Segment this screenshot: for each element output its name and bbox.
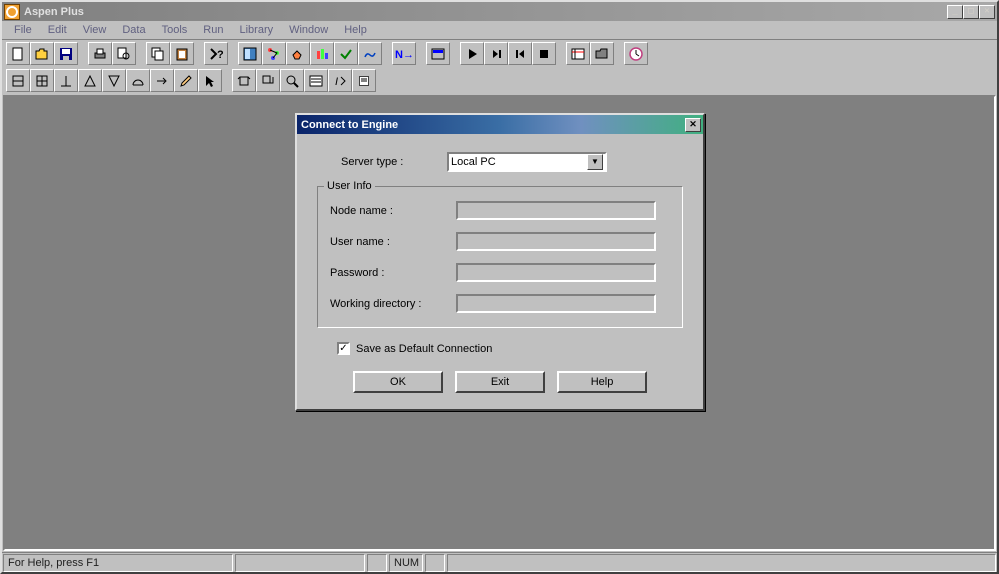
- semicircle-icon[interactable]: [126, 69, 150, 92]
- working-dir-label: Working directory :: [330, 298, 456, 310]
- flowsheet-icon[interactable]: [6, 69, 30, 92]
- save-default-label: Save as Default Connection: [356, 343, 492, 355]
- results-icon[interactable]: [310, 42, 334, 65]
- step-icon[interactable]: [484, 42, 508, 65]
- perpendicular-icon[interactable]: [54, 69, 78, 92]
- working-dir-input[interactable]: [456, 294, 656, 313]
- user-info-fieldset: User Info Node name : User name : Passwo…: [317, 186, 683, 328]
- pointer-icon[interactable]: [198, 69, 222, 92]
- node-name-input[interactable]: [456, 201, 656, 220]
- stop-icon[interactable]: [532, 42, 556, 65]
- workspace: Connect to Engine ✕ Server type : Local …: [3, 95, 996, 551]
- save-icon[interactable]: [54, 42, 78, 65]
- check-icon[interactable]: [334, 42, 358, 65]
- toolbar-1: ? N→: [2, 40, 997, 67]
- triangle-up-icon[interactable]: [78, 69, 102, 92]
- context-help-icon[interactable]: ?: [204, 42, 228, 65]
- help-button[interactable]: Help: [557, 371, 647, 393]
- exit-button[interactable]: Exit: [455, 371, 545, 393]
- statusbar: For Help, press F1 NUM: [2, 552, 997, 572]
- dialog-title: Connect to Engine: [299, 119, 685, 131]
- menu-library[interactable]: Library: [231, 22, 281, 38]
- menu-data[interactable]: Data: [114, 22, 153, 38]
- triangle-down-icon[interactable]: [102, 69, 126, 92]
- dialog-titlebar: Connect to Engine ✕: [297, 115, 703, 134]
- next-icon[interactable]: N→: [392, 42, 416, 65]
- chevron-down-icon[interactable]: ▼: [587, 154, 603, 170]
- status-cell-5: [425, 554, 445, 572]
- user-name-input[interactable]: [456, 232, 656, 251]
- password-input[interactable]: [456, 263, 656, 282]
- server-type-value: Local PC: [451, 156, 587, 168]
- print-icon[interactable]: [88, 42, 112, 65]
- password-label: Password :: [330, 267, 456, 279]
- dialog-close-button[interactable]: ✕: [685, 118, 701, 132]
- new-icon[interactable]: [6, 42, 30, 65]
- tools-icon[interactable]: [286, 42, 310, 65]
- menu-file[interactable]: File: [6, 22, 40, 38]
- open-icon[interactable]: [30, 42, 54, 65]
- server-type-label: Server type :: [317, 156, 447, 168]
- user-info-legend: User Info: [324, 180, 375, 192]
- format-icon[interactable]: I: [328, 69, 352, 92]
- titlebar: Aspen Plus _ □ ✕: [2, 2, 997, 21]
- link-icon[interactable]: [358, 42, 382, 65]
- menu-run[interactable]: Run: [195, 22, 231, 38]
- clock-icon[interactable]: [624, 42, 648, 65]
- arrow-right-icon[interactable]: [150, 69, 174, 92]
- status-help-text: For Help, press F1: [3, 554, 233, 572]
- app-title: Aspen Plus: [24, 6, 947, 18]
- control-panel-icon[interactable]: [426, 42, 450, 65]
- paste-icon[interactable]: [170, 42, 194, 65]
- maximize-button[interactable]: □: [963, 5, 979, 19]
- copy-icon[interactable]: [146, 42, 170, 65]
- menu-edit[interactable]: Edit: [40, 22, 75, 38]
- zoom-icon[interactable]: [280, 69, 304, 92]
- save-default-checkbox[interactable]: ✓: [337, 342, 350, 355]
- text-icon[interactable]: [352, 69, 376, 92]
- minimize-button[interactable]: _: [947, 5, 963, 19]
- menubar: File Edit View Data Tools Run Library Wi…: [2, 21, 997, 40]
- settings-icon[interactable]: [566, 42, 590, 65]
- svg-text:I: I: [335, 76, 338, 88]
- list-icon[interactable]: [304, 69, 328, 92]
- server-type-select[interactable]: Local PC ▼: [447, 152, 607, 172]
- status-cell-2: [235, 554, 365, 572]
- data-browser-icon[interactable]: [238, 42, 262, 65]
- main-window: Aspen Plus _ □ ✕ File Edit View Data Too…: [0, 0, 999, 574]
- menu-view[interactable]: View: [75, 22, 115, 38]
- svg-text:?: ?: [217, 49, 223, 61]
- toolbar-2: I: [2, 67, 997, 94]
- status-num: NUM: [389, 554, 423, 572]
- toolbar-area: ? N→: [2, 40, 997, 94]
- node-name-label: Node name :: [330, 205, 456, 217]
- ok-button[interactable]: OK: [353, 371, 443, 393]
- menu-window[interactable]: Window: [281, 22, 336, 38]
- menu-tools[interactable]: Tools: [154, 22, 196, 38]
- menu-help[interactable]: Help: [336, 22, 375, 38]
- resize-icon[interactable]: [256, 69, 280, 92]
- status-cell-3: [367, 554, 387, 572]
- run-icon[interactable]: [460, 42, 484, 65]
- block-icon[interactable]: [232, 69, 256, 92]
- tree-icon[interactable]: [262, 42, 286, 65]
- print-preview-icon[interactable]: [112, 42, 136, 65]
- status-cell-6: [447, 554, 996, 572]
- connect-dialog: Connect to Engine ✕ Server type : Local …: [295, 113, 705, 411]
- pencil-icon[interactable]: [174, 69, 198, 92]
- app-icon: [4, 4, 20, 20]
- grid-icon[interactable]: [30, 69, 54, 92]
- close-button[interactable]: ✕: [979, 5, 995, 19]
- svg-text:N→: N→: [395, 49, 414, 61]
- folder-icon[interactable]: [590, 42, 614, 65]
- user-name-label: User name :: [330, 236, 456, 248]
- reset-icon[interactable]: [508, 42, 532, 65]
